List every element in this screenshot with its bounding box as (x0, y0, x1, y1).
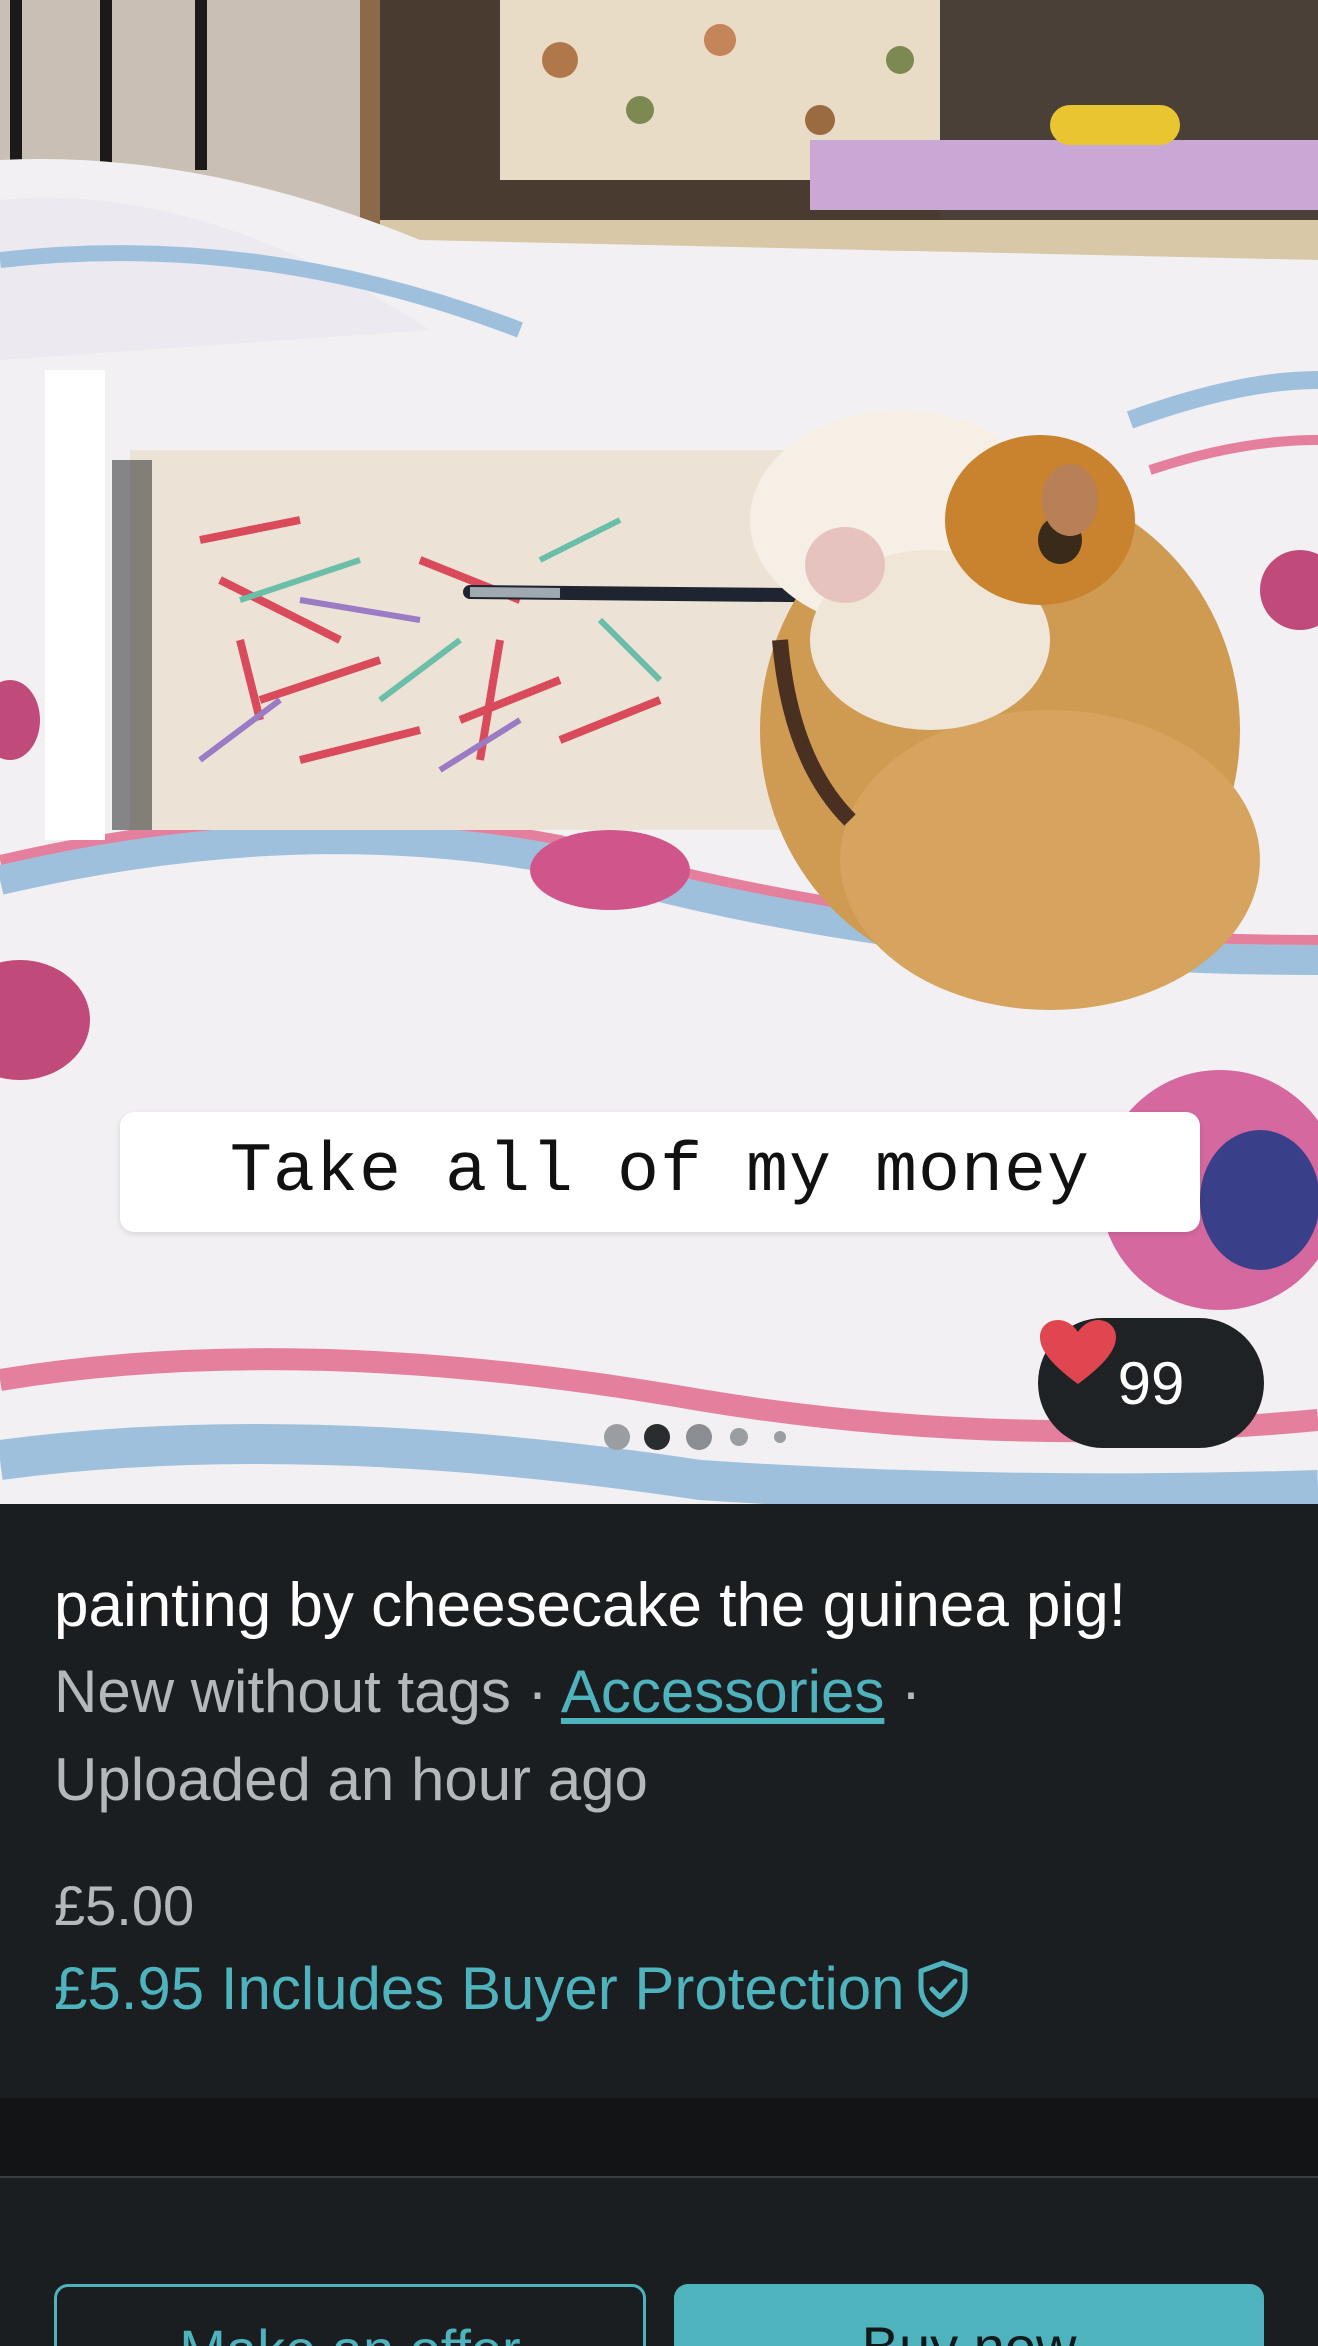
like-count: 99 (1117, 1349, 1185, 1417)
carousel-dot-4[interactable] (730, 1428, 748, 1446)
photo-caption-text: Take all of my money (229, 1132, 1091, 1212)
shield-check-icon (918, 1960, 968, 2018)
item-title: painting by cheesecake the guinea pig! (54, 1571, 1127, 1640)
guinea-pig-painting-photo (0, 0, 1318, 1504)
buy-now-button[interactable]: Buy now (674, 2284, 1264, 2346)
meta-separator: · (884, 1658, 921, 1725)
like-button[interactable]: 99 (1038, 1318, 1264, 1448)
make-offer-button[interactable]: Make an offer (54, 2284, 646, 2346)
meta-separator: · (510, 1658, 561, 1725)
item-details: painting by cheesecake the guinea pig! N… (0, 1504, 1318, 2098)
buyer-protection-text: £5.95 Includes Buyer Protection (54, 1955, 905, 2022)
item-meta: New without tags · Accessories · Uploade… (54, 1648, 1264, 1824)
item-price: £5.00 (54, 1874, 195, 1937)
carousel-dot-1[interactable] (604, 1424, 630, 1450)
product-photo[interactable]: Take all of my money 99 (0, 0, 1318, 1504)
listing-page: Take all of my money 99 painting by chee… (0, 0, 1318, 2346)
photo-caption: Take all of my money (120, 1112, 1200, 1232)
buyer-protection-price[interactable]: £5.95 Includes Buyer Protection (54, 1946, 1264, 2032)
carousel-dot-3[interactable] (686, 1424, 712, 1450)
carousel-dot-2-active[interactable] (644, 1424, 670, 1450)
carousel-dot-5[interactable] (774, 1431, 786, 1443)
carousel-indicator[interactable] (600, 1420, 800, 1454)
action-bar: Make an offer Buy now (0, 2176, 1318, 2346)
section-divider (0, 2098, 1318, 2176)
category-link[interactable]: Accessories (561, 1658, 884, 1725)
upload-time: Uploaded an hour ago (54, 1746, 648, 1813)
item-condition: New without tags (54, 1658, 511, 1725)
heart-icon (1040, 1320, 1116, 1384)
